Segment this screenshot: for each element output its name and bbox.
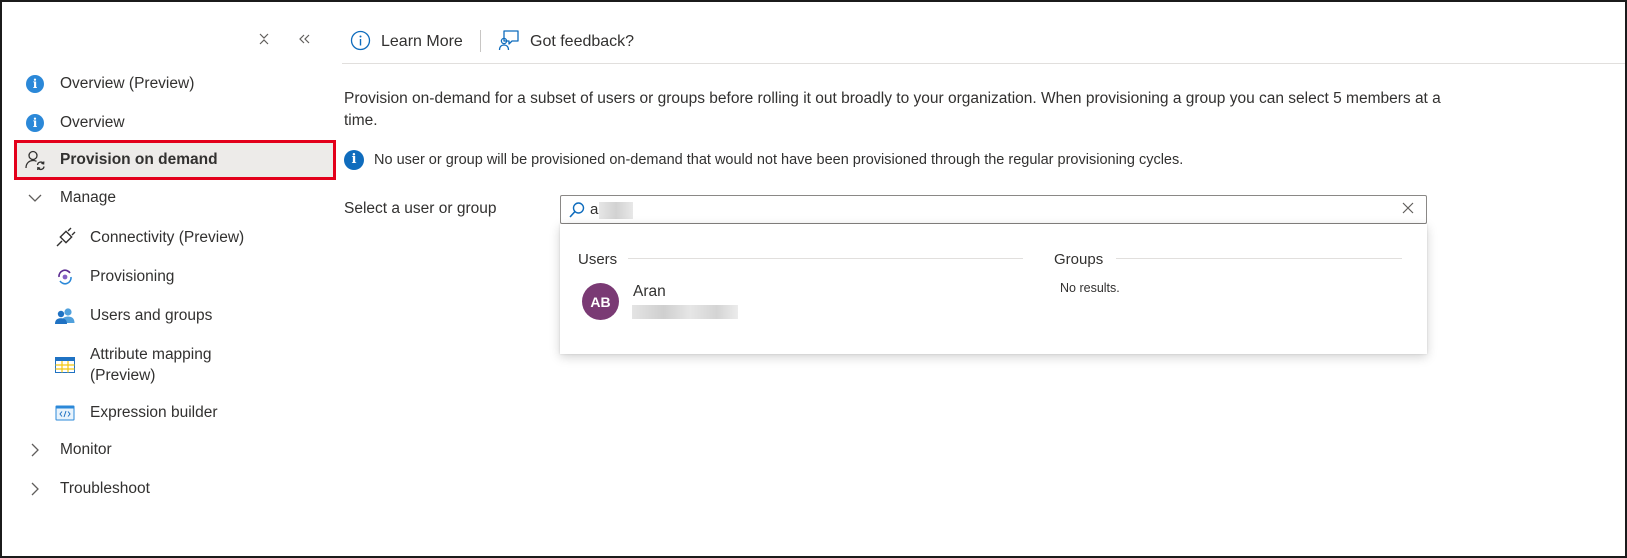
info-icon: i — [24, 112, 46, 134]
collapse-sidebar-icon[interactable] — [294, 32, 314, 52]
sidebar-item-label: Manage — [60, 189, 117, 206]
user-sync-icon — [24, 149, 46, 171]
learn-more-label: Learn More — [381, 33, 463, 50]
sidebar-group-monitor[interactable]: Monitor — [16, 432, 334, 468]
provisioning-icon — [54, 266, 76, 288]
clear-search-icon[interactable] — [1398, 200, 1418, 220]
chevron-right-icon — [24, 439, 46, 461]
sidebar-item-label: Attribute mapping (Preview) — [90, 346, 212, 384]
app-frame: i Overview (Preview) i Overview Provisio… — [0, 0, 1627, 558]
sidebar-group-troubleshoot[interactable]: Troubleshoot — [16, 471, 334, 507]
sidebar-item-label: Provisioning — [90, 268, 175, 285]
sidebar-item-label: Overview — [60, 114, 125, 131]
sidebar: i Overview (Preview) i Overview Provisio… — [2, 2, 340, 556]
page-description: Provision on-demand for a subset of user… — [344, 90, 1441, 129]
sidebar-item-overview-preview[interactable]: i Overview (Preview) — [16, 66, 334, 102]
sidebar-item-provisioning[interactable]: Provisioning — [16, 259, 334, 295]
search-icon — [568, 201, 586, 219]
redacted-query-text — [599, 202, 633, 219]
users-divider — [628, 258, 1023, 259]
sidebar-item-label: Troubleshoot — [60, 480, 150, 497]
sidebar-item-expression-builder[interactable]: Expression builder — [16, 395, 334, 431]
sidebar-item-provision-on-demand[interactable]: Provision on demand — [14, 140, 336, 180]
sidebar-item-overview[interactable]: i Overview — [16, 105, 334, 141]
info-icon: i — [24, 73, 46, 95]
learn-more-button[interactable]: Learn More — [350, 29, 463, 55]
feedback-label: Got feedback? — [530, 33, 635, 50]
sidebar-item-label: Expression builder — [90, 404, 218, 421]
sidebar-item-label: Users and groups — [90, 307, 213, 324]
sidebar-item-users-and-groups[interactable]: Users and groups — [16, 298, 334, 334]
groups-heading: Groups — [1054, 251, 1104, 268]
chevron-right-icon — [24, 478, 46, 500]
sidebar-item-label: Overview (Preview) — [60, 75, 195, 92]
info-icon: i — [344, 150, 364, 170]
plug-icon — [54, 227, 76, 249]
toolbar-divider — [480, 30, 481, 52]
users-heading: Users — [578, 251, 618, 268]
command-bar: Learn More Got feedback? — [342, 2, 1625, 64]
notice-text: No user or group will be provisioned on-… — [374, 152, 1184, 168]
chevron-down-icon — [24, 187, 46, 209]
pin-icon[interactable] — [254, 32, 274, 52]
user-group-search-box[interactable] — [560, 195, 1427, 224]
table-grid-icon — [54, 354, 76, 376]
user-name: Aran — [633, 283, 666, 300]
info-circle-icon — [350, 30, 371, 55]
feedback-icon — [498, 29, 520, 55]
sidebar-item-attribute-mapping[interactable]: Attribute mapping (Preview) — [16, 342, 334, 388]
sidebar-item-label: Provision on demand — [60, 151, 218, 168]
user-result-item[interactable]: AB Aran — [582, 280, 1022, 324]
search-results-dropdown: Users Groups AB Aran No results. — [560, 224, 1427, 354]
avatar: AB — [582, 283, 619, 320]
redacted-user-detail — [632, 305, 738, 319]
info-notice: i No user or group will be provisioned o… — [344, 150, 1183, 170]
select-user-or-group-label: Select a user or group — [344, 200, 497, 217]
feedback-button[interactable]: Got feedback? — [498, 29, 634, 55]
code-window-icon — [54, 402, 76, 424]
sidebar-item-label: Connectivity (Preview) — [90, 229, 245, 246]
users-icon — [54, 305, 76, 327]
sidebar-group-manage[interactable]: Manage — [16, 180, 334, 216]
sidebar-item-label: Monitor — [60, 441, 112, 458]
groups-divider — [1116, 258, 1402, 259]
groups-no-results: No results. — [1060, 281, 1120, 295]
sidebar-item-connectivity[interactable]: Connectivity (Preview) — [16, 220, 334, 256]
